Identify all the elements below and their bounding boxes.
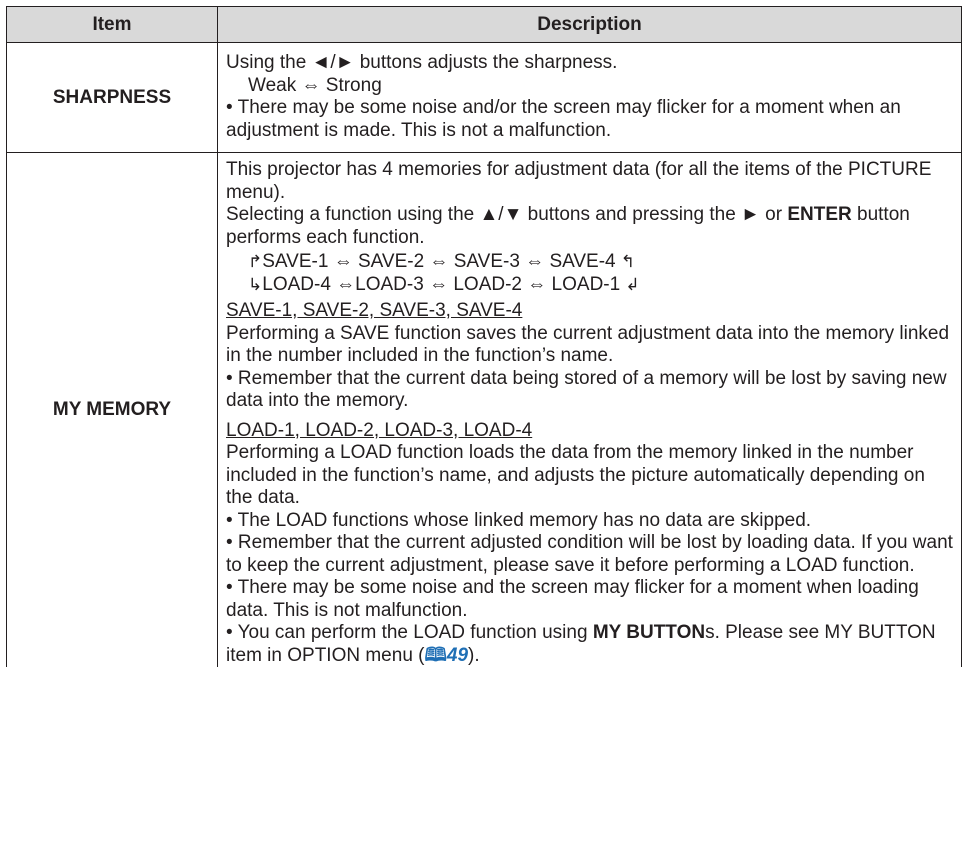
- memory-select-text: Selecting a function using the ▲/▼ butto…: [226, 204, 953, 249]
- description-table: Item Description SHARPNESS Using the ◄/►…: [6, 6, 962, 667]
- cycle-row-save: ↱SAVE-1 ⇔ SAVE-2 ⇔ SAVE-3 ⇔ SAVE-4 ↰: [248, 251, 953, 274]
- table-header-row: Item Description: [6, 6, 962, 43]
- load-text: Performing a LOAD function loads the dat…: [226, 442, 925, 508]
- item-my-memory: MY MEMORY: [6, 152, 218, 667]
- save-text: Performing a SAVE function saves the cur…: [226, 322, 950, 367]
- save-note: • Remember that the current data being s…: [226, 367, 947, 412]
- cycle-end-arrow-icon: ↰: [620, 252, 636, 272]
- load-note-condition: • Remember that the current adjusted con…: [226, 532, 953, 576]
- cycle-start-arrow-icon: ↱: [248, 252, 263, 272]
- button-note-pre: • You can perform the LOAD function usin…: [226, 622, 593, 643]
- section-spacer: [226, 413, 953, 420]
- description-my-memory: This projector has 4 memories for adjust…: [217, 152, 962, 667]
- my-button-label: MY BUTTON: [592, 622, 706, 643]
- description-sharpness: Using the ◄/► buttons adjusts the sharpn…: [217, 42, 962, 153]
- header-item: Item: [6, 6, 218, 43]
- cycle-corner-arrow-icon: ↲: [625, 274, 640, 295]
- memory-select-pre: Selecting a function using the ▲/▼ butto…: [226, 204, 788, 225]
- memory-cycle-diagram: ↱SAVE-1 ⇔ SAVE-2 ⇔ SAVE-3 ⇔ SAVE-4 ↰ ↳LO…: [226, 251, 953, 296]
- table-row-sharpness: SHARPNESS Using the ◄/► buttons adjusts …: [6, 42, 962, 153]
- page-reference: 49: [446, 644, 469, 666]
- sharpness-note: • There may be some noise and/or the scr…: [226, 97, 901, 141]
- load-heading: LOAD-1, LOAD-2, LOAD-3, LOAD-4: [226, 419, 533, 441]
- book-reference-icon: 🕮: [424, 644, 447, 666]
- cycle-save-text: SAVE-1 ⇔ SAVE-2 ⇔ SAVE-3 ⇔ SAVE-4: [262, 251, 616, 272]
- cycle-return-arrow-icon: ↳: [248, 274, 263, 295]
- load-note-my-button: • You can perform the LOAD function usin…: [226, 622, 953, 667]
- table-row-my-memory: MY MEMORY This projector has 4 memories …: [6, 152, 962, 667]
- enter-button-label: ENTER: [787, 204, 852, 225]
- cycle-load-text: LOAD-4 ⇔LOAD-3 ⇔ LOAD-2 ⇔ LOAD-1: [262, 273, 621, 295]
- sharpness-scale: Weak ⇔ Strong: [248, 74, 382, 96]
- sharpness-line: Using the ◄/► buttons adjusts the sharpn…: [226, 52, 618, 73]
- save-heading: SAVE-1, SAVE-2, SAVE-3, SAVE-4: [226, 300, 523, 321]
- memory-intro: This projector has 4 memories for adjust…: [226, 159, 932, 203]
- cycle-row-load: ↳LOAD-4 ⇔LOAD-3 ⇔ LOAD-2 ⇔ LOAD-1 ↲: [248, 274, 953, 297]
- header-description: Description: [217, 6, 962, 43]
- load-note-skip: • The LOAD functions whose linked memory…: [226, 509, 812, 531]
- load-note-noise: • There may be some noise and the screen…: [226, 577, 919, 621]
- button-note-post: ).: [468, 644, 480, 666]
- item-sharpness: SHARPNESS: [6, 42, 218, 153]
